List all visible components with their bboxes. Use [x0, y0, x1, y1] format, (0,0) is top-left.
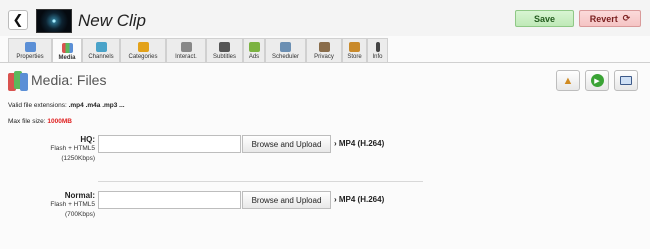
tab-scheduler[interactable]: Scheduler	[265, 38, 306, 62]
valid-extensions-line: Valid file extensions: .mp4 .m4a .mp3 ..…	[8, 102, 125, 109]
tab-label: Interact.	[175, 54, 197, 60]
tab-properties[interactable]: Properties	[8, 38, 52, 62]
max-size-value: 1000MB	[47, 118, 72, 125]
tab-label: Scheduler	[271, 54, 300, 60]
channels-icon	[95, 42, 107, 52]
tab-label: Privacy	[314, 54, 334, 60]
interact-icon	[180, 42, 192, 52]
tab-label: Subtitles	[212, 54, 236, 60]
hq-format: › MP4 (H.264)	[334, 139, 385, 148]
categories-icon	[137, 42, 149, 52]
normal-format: › MP4 (H.264)	[334, 195, 385, 204]
top-bar: ❮ New Clip Save Revert ⟳	[0, 0, 650, 36]
media-files-icon	[8, 70, 28, 92]
revert-button[interactable]: Revert ⟳	[579, 10, 641, 27]
save-button[interactable]: Save	[515, 10, 574, 27]
ads-icon	[248, 42, 260, 52]
upload-icon: ▲	[562, 74, 574, 87]
normal-codec: Flash + HTML5	[50, 201, 95, 208]
hq-label-block: HQ: Flash + HTML5 (1250Kbps)	[50, 135, 95, 164]
hq-file-field[interactable]	[98, 135, 241, 153]
tab-underline	[0, 62, 650, 63]
section-title: Media: Files	[31, 72, 107, 88]
extensions-label: Valid file extensions:	[8, 102, 69, 109]
normal-file-field[interactable]	[98, 191, 241, 209]
tab-categories[interactable]: Categories	[120, 38, 166, 62]
tab-media[interactable]: Media	[52, 38, 82, 63]
tab-label: Media	[58, 55, 76, 61]
tab-interact[interactable]: Interact.	[166, 38, 206, 62]
tab-bar: Properties Media Channels Categories Int…	[8, 38, 388, 63]
normal-bitrate: (700Kbps)	[65, 211, 95, 218]
tab-label: Channels	[88, 54, 114, 60]
upload-tool-button[interactable]: ▲	[556, 70, 580, 91]
back-button[interactable]: ❮	[8, 10, 28, 30]
privacy-icon	[318, 42, 330, 52]
tab-ads[interactable]: Ads	[243, 38, 265, 62]
hq-codec: Flash + HTML5	[50, 145, 95, 152]
tab-subtitles[interactable]: Subtitles	[206, 38, 243, 62]
tab-label: Ads	[248, 54, 260, 60]
scheduler-icon	[280, 42, 291, 52]
max-size-line: Max file size: 1000MB	[8, 118, 72, 125]
refresh-icon: ⟳	[622, 13, 631, 23]
play-button[interactable]: ▶	[585, 70, 609, 91]
clip-thumbnail	[36, 9, 72, 33]
normal-label-block: Normal: Flash + HTML5 (700Kbps)	[50, 191, 95, 220]
monitor-icon	[620, 76, 632, 85]
tab-info[interactable]: Info	[367, 38, 388, 62]
page-title: New Clip	[78, 11, 147, 30]
revert-label: Revert	[589, 13, 618, 24]
media-icon	[61, 43, 73, 53]
preview-button[interactable]	[614, 70, 638, 91]
tab-label: Categories	[128, 54, 158, 60]
tab-channels[interactable]: Channels	[82, 38, 120, 62]
properties-icon	[24, 42, 36, 52]
max-size-label: Max file size:	[8, 118, 48, 125]
tab-label: Info	[372, 54, 383, 60]
play-icon: ▶	[590, 74, 604, 87]
chevron-left-icon: ❮	[12, 12, 24, 27]
hq-bitrate: (1250Kbps)	[61, 155, 95, 162]
subtitles-icon	[219, 42, 230, 52]
tab-label: Properties	[16, 54, 44, 60]
store-icon	[349, 42, 360, 52]
extensions-value: .mp4 .m4a .mp3 ...	[68, 102, 125, 109]
info-icon	[375, 42, 380, 52]
tab-label: Store	[347, 54, 362, 60]
tab-privacy[interactable]: Privacy	[306, 38, 342, 62]
hq-label: HQ:	[80, 135, 95, 144]
hq-browse-upload-button[interactable]: Browse and Upload	[242, 135, 331, 153]
tab-store[interactable]: Store	[342, 38, 367, 62]
normal-label: Normal:	[64, 191, 95, 200]
field-divider	[98, 181, 423, 182]
normal-browse-upload-button[interactable]: Browse and Upload	[242, 191, 331, 209]
